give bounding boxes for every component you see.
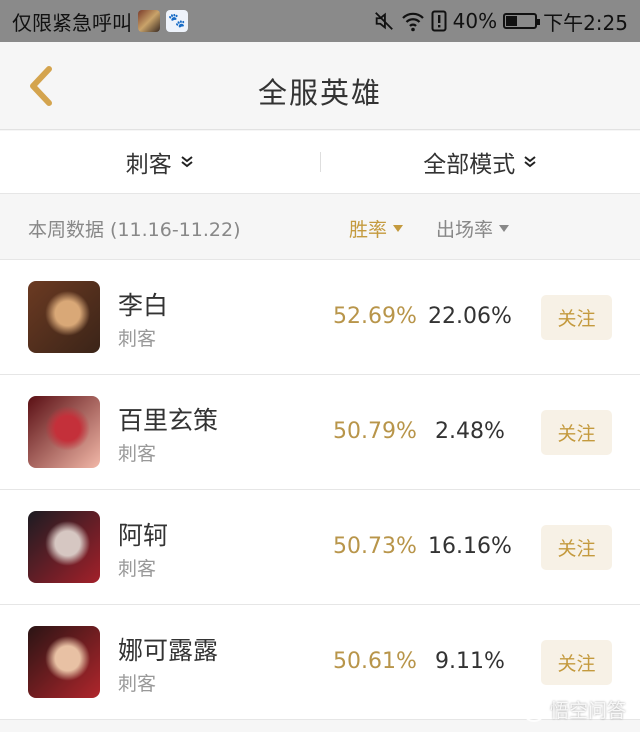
wukong-logo-icon (521, 697, 546, 722)
mute-icon (374, 12, 393, 30)
hero-pick-rate: 9.11% (435, 649, 505, 674)
hero-avatar (28, 626, 100, 698)
hero-win-rate: 50.73% (333, 534, 417, 559)
filter-bar: 刺客 全部模式 (0, 131, 640, 194)
hero-pick-rate: 16.16% (428, 534, 512, 559)
caret-down-icon (393, 224, 404, 232)
sort-win-rate-button[interactable]: 胜率 (349, 215, 404, 242)
hero-role: 刺客 (118, 328, 157, 350)
stats-header: 本周数据 (11.16-11.22) 胜率 出场率 (0, 194, 640, 260)
hero-row[interactable]: 阿轲 刺客 50.73% 16.16% 关注 (0, 490, 640, 605)
follow-button[interactable]: 关注 (541, 410, 612, 455)
hero-avatar (28, 281, 100, 353)
page-title: 全服英雄 (257, 76, 382, 110)
hero-name: 李白 (118, 291, 169, 320)
hero-role: 刺客 (118, 673, 157, 695)
hero-pick-rate: 2.48% (435, 419, 505, 444)
hero-row[interactable]: 百里玄策 刺客 50.79% 2.48% 关注 (0, 375, 640, 490)
hero-role: 刺客 (118, 558, 157, 580)
battery-icon (503, 13, 541, 29)
hero-pick-rate: 22.06% (428, 304, 512, 329)
hero-name: 娜可露露 (118, 636, 219, 665)
battery-percent: 40% (452, 9, 498, 33)
hero-avatar (28, 396, 100, 468)
hero-win-rate: 52.69% (333, 304, 417, 329)
follow-button[interactable]: 关注 (541, 295, 612, 340)
mode-filter-dropdown[interactable]: 全部模式 (321, 131, 640, 193)
baidu-paw-icon: 🐾 (166, 10, 188, 32)
wifi-icon (401, 12, 424, 32)
mode-filter-label: 全部模式 (423, 152, 516, 178)
nav-bar: 全服英雄 (0, 42, 640, 130)
hero-row[interactable]: 李白 刺客 52.69% 22.06% 关注 (0, 260, 640, 375)
clock-time: 下午2:25 (543, 10, 628, 35)
watermark-text: 悟空问答 (549, 700, 626, 722)
hero-name: 百里玄策 (118, 406, 219, 435)
status-left: 仅限紧急呼叫 🐾 (12, 7, 188, 36)
pick-rate-sort-label: 出场率 (436, 219, 494, 241)
double-chevron-down-icon (181, 156, 193, 168)
hero-win-rate: 50.61% (333, 649, 417, 674)
hero-avatar (28, 511, 100, 583)
hero-role: 刺客 (118, 443, 157, 465)
follow-button[interactable]: 关注 (541, 525, 612, 570)
role-filter-dropdown[interactable]: 刺客 (0, 131, 320, 193)
follow-button[interactable]: 关注 (541, 640, 612, 685)
win-rate-sort-label: 胜率 (349, 219, 388, 241)
status-right: 40% 下午2:25 (373, 7, 628, 36)
caret-down-icon (499, 224, 510, 232)
status-bar: 仅限紧急呼叫 🐾 40% 下午2:25 (0, 0, 640, 42)
hero-win-rate: 50.79% (333, 419, 417, 444)
battery-level-fill (506, 16, 518, 26)
double-chevron-down-icon (524, 156, 536, 168)
hero-name: 阿轲 (118, 521, 169, 550)
sort-pick-rate-button[interactable]: 出场率 (436, 215, 510, 242)
hero-list: 李白 刺客 52.69% 22.06% 关注 百里玄策 刺客 50.79% 2.… (0, 260, 640, 720)
game-app-icon (138, 10, 160, 32)
week-range-label: 本周数据 (11.16-11.22) (28, 219, 241, 241)
emergency-only-text: 仅限紧急呼叫 (12, 10, 132, 35)
watermark: 悟空问答 (521, 696, 626, 723)
sim-alert-icon (431, 10, 447, 32)
role-filter-label: 刺客 (125, 152, 172, 178)
